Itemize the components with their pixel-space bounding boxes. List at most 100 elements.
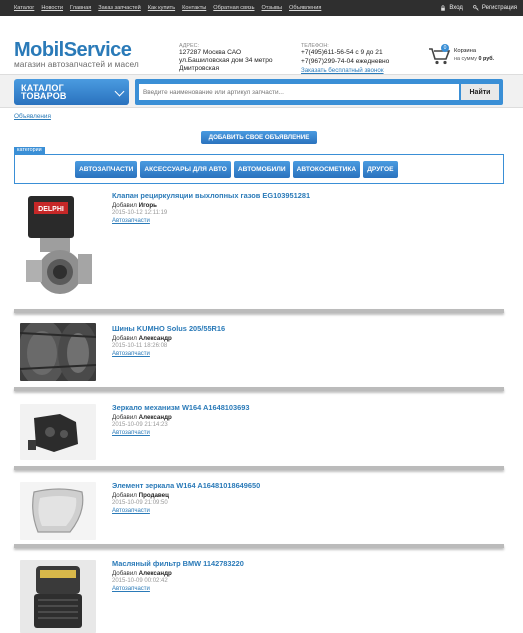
listing-title[interactable]: Масляный фильтр BMW 1142783220	[112, 559, 244, 568]
cart-label: Корзина	[454, 48, 477, 54]
lock-icon	[441, 5, 446, 11]
listing-divider	[14, 466, 504, 470]
listing-divider	[14, 309, 504, 313]
listing-title[interactable]: Шины KUMHO Solus 205/55R16	[112, 324, 225, 333]
listing-title[interactable]: Элемент зеркала W164 A16481018649650	[112, 481, 260, 490]
nav-feedback[interactable]: Обратная связь	[213, 5, 254, 11]
register-label: Регистрация	[481, 5, 517, 11]
listing-category-link[interactable]: Автозапчасти	[112, 508, 150, 514]
listing-item: Зеркало механизм W164 A1648103693 Добави…	[14, 400, 504, 464]
cart-sum: на сумму 0 руб.	[454, 56, 494, 62]
listing-title[interactable]: Зеркало механизм W164 A1648103693	[112, 403, 249, 412]
address-line-1: 127287 Москва САО	[179, 49, 242, 56]
listing-thumbnail[interactable]	[20, 323, 96, 381]
search-wrap: Найти	[135, 79, 503, 105]
phone-line-2: +7(967)299-74-04 ежедневно	[301, 57, 390, 65]
search-bar: КАТАЛОГТОВАРОВ Найти	[0, 74, 523, 108]
top-nav: Каталог Новости Главная Заказ запчастей …	[14, 5, 328, 11]
categories-box: АВТОЗАПЧАСТИ АКСЕССУАРЫ ДЛЯ АВТО АВТОМОБ…	[14, 154, 504, 184]
search-button[interactable]: Найти	[461, 84, 499, 100]
nav-ads[interactable]: Объявления	[289, 5, 321, 11]
register-link[interactable]: Регистрация	[473, 5, 517, 11]
categories-tag: категории	[14, 147, 45, 154]
listing-author: Добавил Игорь	[112, 202, 157, 209]
nav-catalog[interactable]: Каталог	[14, 5, 34, 11]
catalog-button-label: КАТАЛОГ ТОВАРОВ	[21, 84, 67, 101]
listing-author-name: Продавец	[138, 492, 169, 499]
listing-date: 2015-10-12 12:11:19	[112, 210, 168, 216]
listing-date: 2015-10-09 21:09:50	[112, 500, 168, 506]
listing-date: 2015-10-09 00:02:42	[112, 578, 168, 584]
catalog-dropdown-button[interactable]: КАТАЛОГ ТОВАРОВ	[14, 79, 129, 105]
listing-item: Масляный фильтр BMW 1142783220 Добавил А…	[14, 556, 504, 633]
nav-order-parts[interactable]: Заказ запчастей	[98, 5, 141, 11]
key-icon	[473, 5, 479, 11]
nav-news[interactable]: Новости	[41, 5, 63, 11]
listing-author-name: Александр	[138, 414, 172, 421]
category-accessories[interactable]: АКСЕССУАРЫ ДЛЯ АВТО	[140, 161, 231, 178]
listing-thumbnail[interactable]: DELPHI	[20, 190, 96, 304]
top-bar: Каталог Новости Главная Заказ запчастей …	[0, 0, 523, 16]
listing-thumbnail[interactable]	[20, 404, 96, 460]
breadcrumb-ads-link[interactable]: Объявления	[14, 113, 51, 120]
listing-author: Добавил Александр	[112, 414, 172, 421]
category-car-cosmetics[interactable]: АВТОКОСМЕТИКА	[292, 161, 361, 178]
login-label: Вход	[449, 5, 463, 11]
listing-date: 2015-10-11 18:26:08	[112, 343, 168, 349]
listing-author-name: Александр	[138, 335, 172, 342]
tire-image	[20, 323, 96, 381]
listing-category-link[interactable]: Автозапчасти	[112, 586, 150, 592]
cart-sum-value: 0 руб.	[478, 56, 495, 62]
cart-count-badge: 0	[441, 44, 449, 52]
phone-block: ТЕЛЕФОН: +7(495)611-56-54 с 9 до 21 +7(9…	[301, 43, 421, 74]
listing-author-name: Александр	[138, 570, 172, 577]
nav-reviews[interactable]: Отзывы	[262, 5, 283, 11]
oil-filter-image	[20, 560, 96, 633]
site-header: MobilService магазин автозапчастей и мас…	[0, 16, 523, 74]
listing-by-prefix: Добавил	[112, 414, 137, 421]
listing-category-link[interactable]: Автозапчасти	[112, 430, 150, 436]
listing-thumbnail[interactable]	[20, 482, 96, 540]
mirror-glass-image	[20, 482, 96, 540]
category-buttons: АВТОЗАПЧАСТИ АКСЕССУАРЫ ДЛЯ АВТО АВТОМОБ…	[75, 161, 398, 178]
listing-author: Добавил Продавец	[112, 492, 169, 499]
listing-by-prefix: Добавил	[112, 202, 137, 209]
cart-sum-prefix: на сумму	[454, 56, 477, 62]
chevron-down-icon	[114, 86, 125, 97]
listing-by-prefix: Добавил	[112, 492, 137, 499]
catalog-label-line-2: ТОВАРОВ	[21, 91, 67, 101]
egr-valve-image: DELPHI	[20, 190, 96, 304]
listing-date: 2015-10-09 21:14:23	[112, 422, 168, 428]
phone-line-1: +7(495)611-56-54 с 9 до 21	[301, 49, 383, 56]
listing-category-link[interactable]: Автозапчасти	[112, 218, 150, 224]
search-input[interactable]	[139, 84, 459, 100]
login-link[interactable]: Вход	[440, 5, 463, 11]
listing-by-prefix: Добавил	[112, 335, 137, 342]
listing-author: Добавил Александр	[112, 335, 172, 342]
logo-tagline: магазин автозапчастей и масел	[14, 59, 139, 69]
listing-item: Элемент зеркала W164 A16481018649650 Доб…	[14, 478, 504, 542]
nav-how-to-buy[interactable]: Как купить	[148, 5, 175, 11]
listing-title[interactable]: Клапан рециркуляции выхлопных газов EG10…	[112, 191, 310, 200]
add-ad-button[interactable]: ДОБАВИТЬ СВОЕ ОБЪЯВЛЕНИЕ	[201, 131, 317, 144]
listing-item: Шины KUMHO Solus 205/55R16 Добавил Алекс…	[14, 321, 504, 383]
logo[interactable]: MobilService магазин автозапчастей и мас…	[14, 40, 139, 69]
logo-name: MobilService	[14, 39, 132, 61]
category-other[interactable]: ДРУГОЕ	[363, 161, 398, 178]
category-cars[interactable]: АВТОМОБИЛИ	[233, 161, 290, 178]
category-auto-parts[interactable]: АВТОЗАПЧАСТИ	[75, 161, 138, 178]
nav-contacts[interactable]: Контакты	[182, 5, 206, 11]
listing-divider	[14, 544, 504, 548]
address-line-3: Дмитровская	[179, 65, 220, 72]
callback-link[interactable]: Заказать бесплатный звонок	[301, 67, 421, 74]
nav-home[interactable]: Главная	[70, 5, 91, 11]
address-block: АДРЕС: 127287 Москва САО ул.Башиловская …	[179, 43, 299, 73]
listing-thumbnail[interactable]	[20, 560, 96, 633]
listing-author: Добавил Александр	[112, 570, 172, 577]
listing-category-link[interactable]: Автозапчасти	[112, 351, 150, 357]
address-line-2: ул.Башиловская дом 34 метро	[179, 57, 273, 64]
thumb-brand-text: DELPHI	[38, 206, 64, 213]
auth-links: Вход Регистрация	[440, 5, 517, 11]
listing-divider	[14, 387, 504, 391]
mirror-mechanism-image	[20, 404, 96, 460]
